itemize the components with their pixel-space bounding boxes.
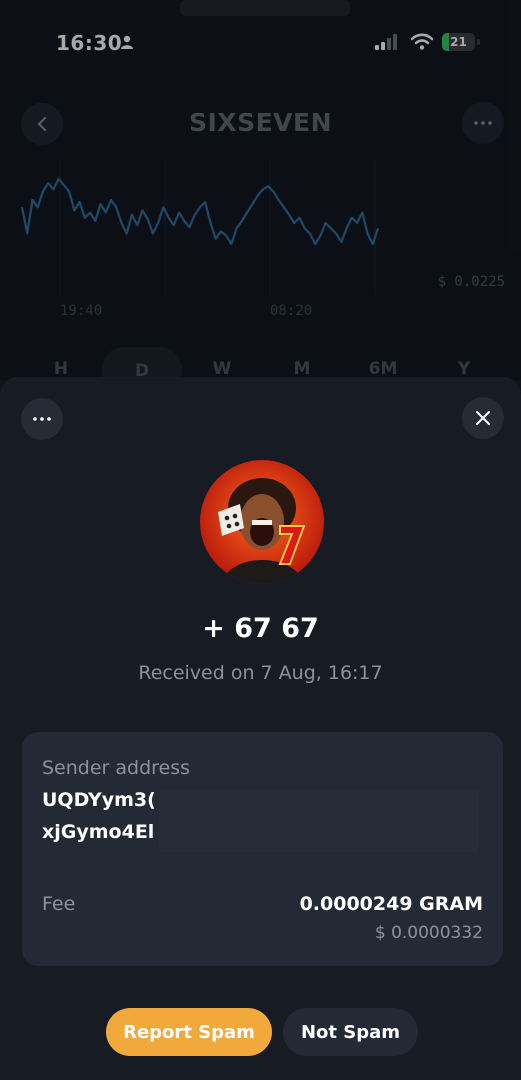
redacted-area bbox=[159, 790, 479, 852]
fee-usd: $ 0.0000332 bbox=[374, 923, 483, 943]
sender-label: Sender address bbox=[42, 757, 191, 779]
sheet-more-button[interactable] bbox=[21, 398, 63, 440]
close-button[interactable] bbox=[462, 397, 504, 439]
transaction-amount: + 67 67 bbox=[202, 613, 319, 644]
token-avatar bbox=[200, 460, 324, 584]
sender-address-line[interactable]: xjGymo4El bbox=[42, 821, 154, 843]
report-spam-button[interactable]: Report Spam bbox=[106, 1008, 272, 1056]
details-card: Sender address UQDYym3( xjGymo4El Fee 0.… bbox=[22, 732, 503, 966]
close-icon bbox=[476, 411, 490, 425]
fee-value: 0.0000249 GRAM bbox=[299, 893, 483, 915]
overlay-dim bbox=[0, 0, 521, 380]
more-dots-icon bbox=[33, 417, 51, 421]
sender-address-line[interactable]: UQDYym3( bbox=[42, 789, 156, 811]
transaction-sheet: + 67 67 Received on 7 Aug, 16:17 Sender … bbox=[0, 377, 521, 1080]
not-spam-button[interactable]: Not Spam bbox=[283, 1008, 418, 1056]
received-date: Received on 7 Aug, 16:17 bbox=[138, 662, 383, 684]
fee-label: Fee bbox=[42, 893, 76, 915]
